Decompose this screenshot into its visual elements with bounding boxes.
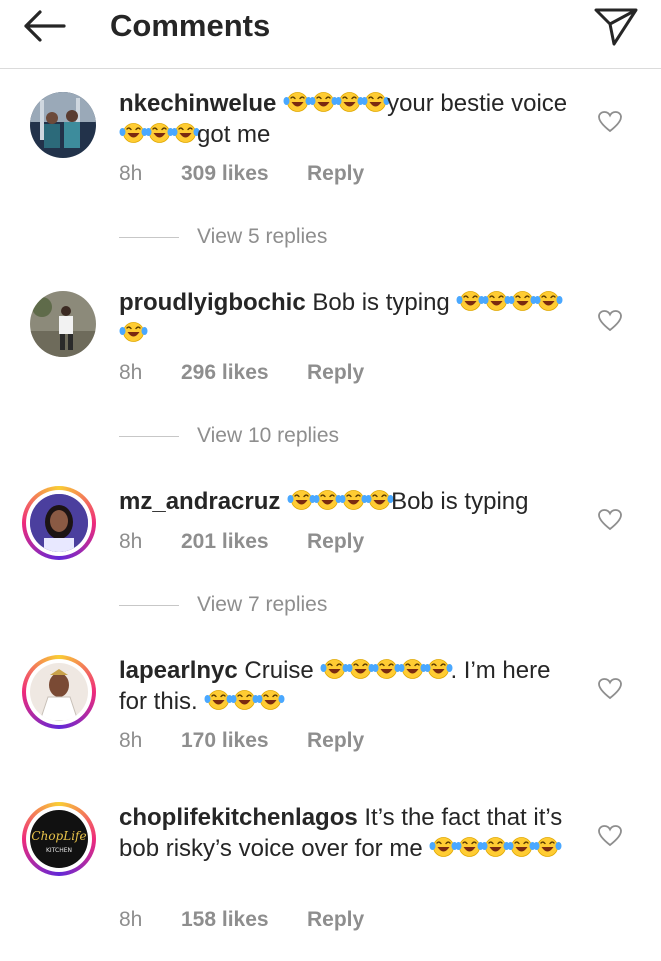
replies-divider [119,237,179,238]
laughing-emoji-icon [119,123,148,143]
laughing-emoji-icon [481,837,510,857]
story-ring-gap [26,490,92,556]
arrow-left-icon[interactable] [20,8,68,44]
comment-time: 8h [119,530,143,553]
heart-icon[interactable] [597,508,623,532]
comment-likes[interactable]: 201 likes [181,530,269,554]
laughing-emoji-icon [283,90,390,117]
laughing-emoji-icon [313,490,342,510]
laughing-emoji-icon [287,488,394,515]
laughing-emoji-icon [361,92,390,112]
story-ring-gap: ChopLife KITCHEN [26,806,92,872]
laughing-emoji-icon [456,291,485,311]
choplife-logo: ChopLife KITCHEN [30,810,88,868]
comment-text: nkechinwelue your bestie voice got me [119,88,579,150]
comment-body: got me [197,121,271,148]
laughing-emoji-icon [429,835,562,862]
laughing-emoji-icon [508,291,537,311]
comment-text: proudlyigbochic Bob is typing [119,287,579,349]
view-replies-label[interactable]: View 5 replies [197,225,327,249]
replies-divider [119,605,179,606]
comment-body: your bestie voice [387,90,568,117]
comment-likes[interactable]: 296 likes [181,361,269,385]
svg-text:KITCHEN: KITCHEN [46,847,72,854]
story-ring-avatar[interactable] [22,655,96,729]
laughing-emoji-icon [230,690,259,710]
comment-body: Bob is typing [391,488,529,515]
laughing-emoji-icon [171,123,200,143]
laughing-emoji-icon [365,490,394,510]
laughing-emoji-icon [309,92,338,112]
svg-text:ChopLife: ChopLife [31,829,86,843]
laughing-emoji-icon [429,837,458,857]
story-ring-gap [26,659,92,725]
laughing-emoji-icon [346,659,375,679]
comment-time: 8h [119,361,143,384]
laughing-emoji-icon [256,690,285,710]
heart-icon[interactable] [597,677,623,701]
view-replies-label[interactable]: View 10 replies [197,424,339,448]
reply-button[interactable]: Reply [307,361,364,385]
laughing-emoji-icon [372,659,401,679]
page-title: Comments [110,8,271,43]
heart-icon[interactable] [597,309,623,333]
avatar [30,663,88,721]
laughing-emoji-icon [204,690,233,710]
comment-likes[interactable]: 158 likes [181,908,269,932]
laughing-emoji-icon [204,688,285,715]
comment-username[interactable]: proudlyigbochic [119,289,306,316]
comment-likes[interactable]: 170 likes [181,729,269,753]
reply-button[interactable]: Reply [307,908,364,932]
laughing-emoji-icon [534,291,563,311]
reply-button[interactable]: Reply [307,729,364,753]
laughing-emoji-icon [287,490,316,510]
replies-divider [119,436,179,437]
view-replies-label[interactable]: View 7 replies [197,593,327,617]
comment-time: 8h [119,162,143,185]
comment-username[interactable]: nkechinwelue [119,90,276,117]
laughing-emoji-icon [455,837,484,857]
laughing-emoji-icon [507,837,536,857]
comment-time: 8h [119,729,143,752]
reply-button[interactable]: Reply [307,530,364,554]
comment-body: Bob is typing [312,289,450,316]
laughing-emoji-icon [320,659,349,679]
comment-text: lapearlnyc Cruise . I’m here for this. [119,655,579,717]
laughing-emoji-icon [119,121,200,148]
comments-header: Comments [0,0,661,69]
direct-send-icon[interactable] [592,4,640,48]
laughing-emoji-icon [283,92,312,112]
laughing-emoji-icon [119,322,148,342]
laughing-emoji-icon [335,92,364,112]
avatar[interactable] [30,291,96,357]
comment-time: 8h [119,908,143,931]
avatar[interactable] [30,92,96,158]
reply-button[interactable]: Reply [307,162,364,186]
avatar [30,494,88,552]
comment-body: Cruise [244,657,314,684]
laughing-emoji-icon [339,490,368,510]
laughing-emoji-icon [320,657,453,684]
comment-likes[interactable]: 309 likes [181,162,269,186]
laughing-emoji-icon [398,659,427,679]
story-ring-avatar[interactable]: ChopLife KITCHEN [22,802,96,876]
laughing-emoji-icon [482,291,511,311]
story-ring-avatar[interactable] [22,486,96,560]
laughing-emoji-icon [145,123,174,143]
comment-username[interactable]: mz_andracruz [119,488,280,515]
avatar: ChopLife KITCHEN [30,810,88,868]
heart-icon[interactable] [597,110,623,134]
comment-text: mz_andracruz Bob is typing [119,486,579,517]
laughing-emoji-icon [533,837,562,857]
comment-text: choplifekitchenlagos It’s the fact that … [119,802,579,864]
comment-username[interactable]: choplifekitchenlagos [119,804,358,831]
heart-icon[interactable] [597,824,623,848]
comment-username[interactable]: lapearlnyc [119,657,238,684]
